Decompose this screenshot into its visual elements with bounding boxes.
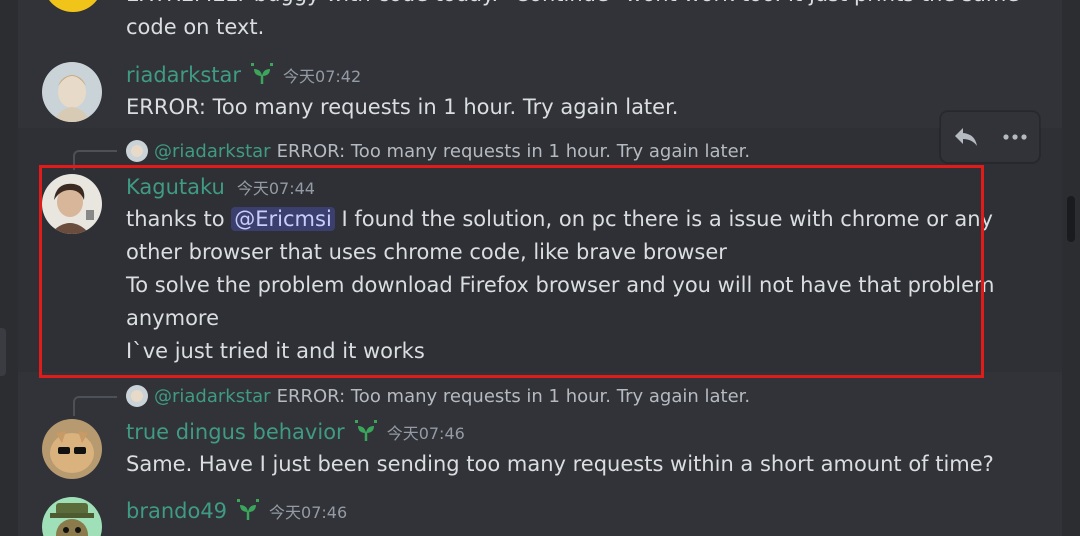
- reply-spine: [73, 396, 117, 416]
- scrollbar[interactable]: [1062, 0, 1080, 536]
- message-header: brando49 今天07:46: [126, 496, 347, 526]
- reply-avatar: [126, 385, 148, 407]
- sprout-icon: [237, 499, 260, 520]
- username[interactable]: riadarkstar: [126, 63, 241, 87]
- rail-notch: [0, 328, 6, 376]
- message-line: code on text.: [126, 15, 265, 39]
- timestamp: 今天07:42: [283, 67, 362, 86]
- message-text: ERROR: Too many requests in 1 hour. Try …: [126, 95, 679, 119]
- reply-arrow-icon[interactable]: [948, 119, 984, 155]
- left-rail: [0, 0, 18, 536]
- avatar-previous[interactable]: [43, 0, 103, 12]
- previous-message-text: EXTREMELY buggy with code today. "Contin…: [126, 0, 1026, 44]
- username[interactable]: brando49: [126, 499, 227, 523]
- scrollbar-thumb[interactable]: [1067, 196, 1075, 242]
- reply-username[interactable]: @riadarkstar: [154, 386, 271, 407]
- reply-username[interactable]: @riadarkstar: [154, 141, 271, 162]
- avatar-true-dingus[interactable]: [42, 419, 102, 479]
- sprout-icon: [354, 420, 377, 441]
- annotation-highlight-box: [39, 165, 984, 378]
- avatar-riadarkstar[interactable]: [42, 62, 102, 122]
- reply-preview[interactable]: @riadarkstar ERROR: Too many requests in…: [126, 140, 750, 162]
- avatar-brando49[interactable]: [42, 497, 102, 536]
- username[interactable]: true dingus behavior: [126, 420, 345, 444]
- message-text: Same. Have I just been sending too many …: [126, 452, 994, 476]
- reply-text: ERROR: Too many requests in 1 hour. Try …: [276, 140, 751, 162]
- message-toolbar: [940, 111, 1040, 163]
- reply-preview[interactable]: @riadarkstar ERROR: Too many requests in…: [126, 385, 750, 407]
- message-line: EXTREMELY buggy with code today. "Contin…: [126, 0, 1026, 11]
- sprout-icon: [251, 63, 274, 84]
- chat-area: EXTREMELY buggy with code today. "Contin…: [18, 0, 1062, 536]
- message-header: true dingus behavior 今天07:46: [126, 417, 465, 447]
- timestamp: 今天07:46: [269, 503, 348, 522]
- timestamp: 今天07:46: [386, 424, 465, 443]
- more-dots-icon[interactable]: [997, 119, 1033, 155]
- message-header: riadarkstar 今天07:42: [126, 60, 361, 90]
- reply-text: ERROR: Too many requests in 1 hour. Try …: [276, 385, 751, 407]
- reply-avatar: [126, 140, 148, 162]
